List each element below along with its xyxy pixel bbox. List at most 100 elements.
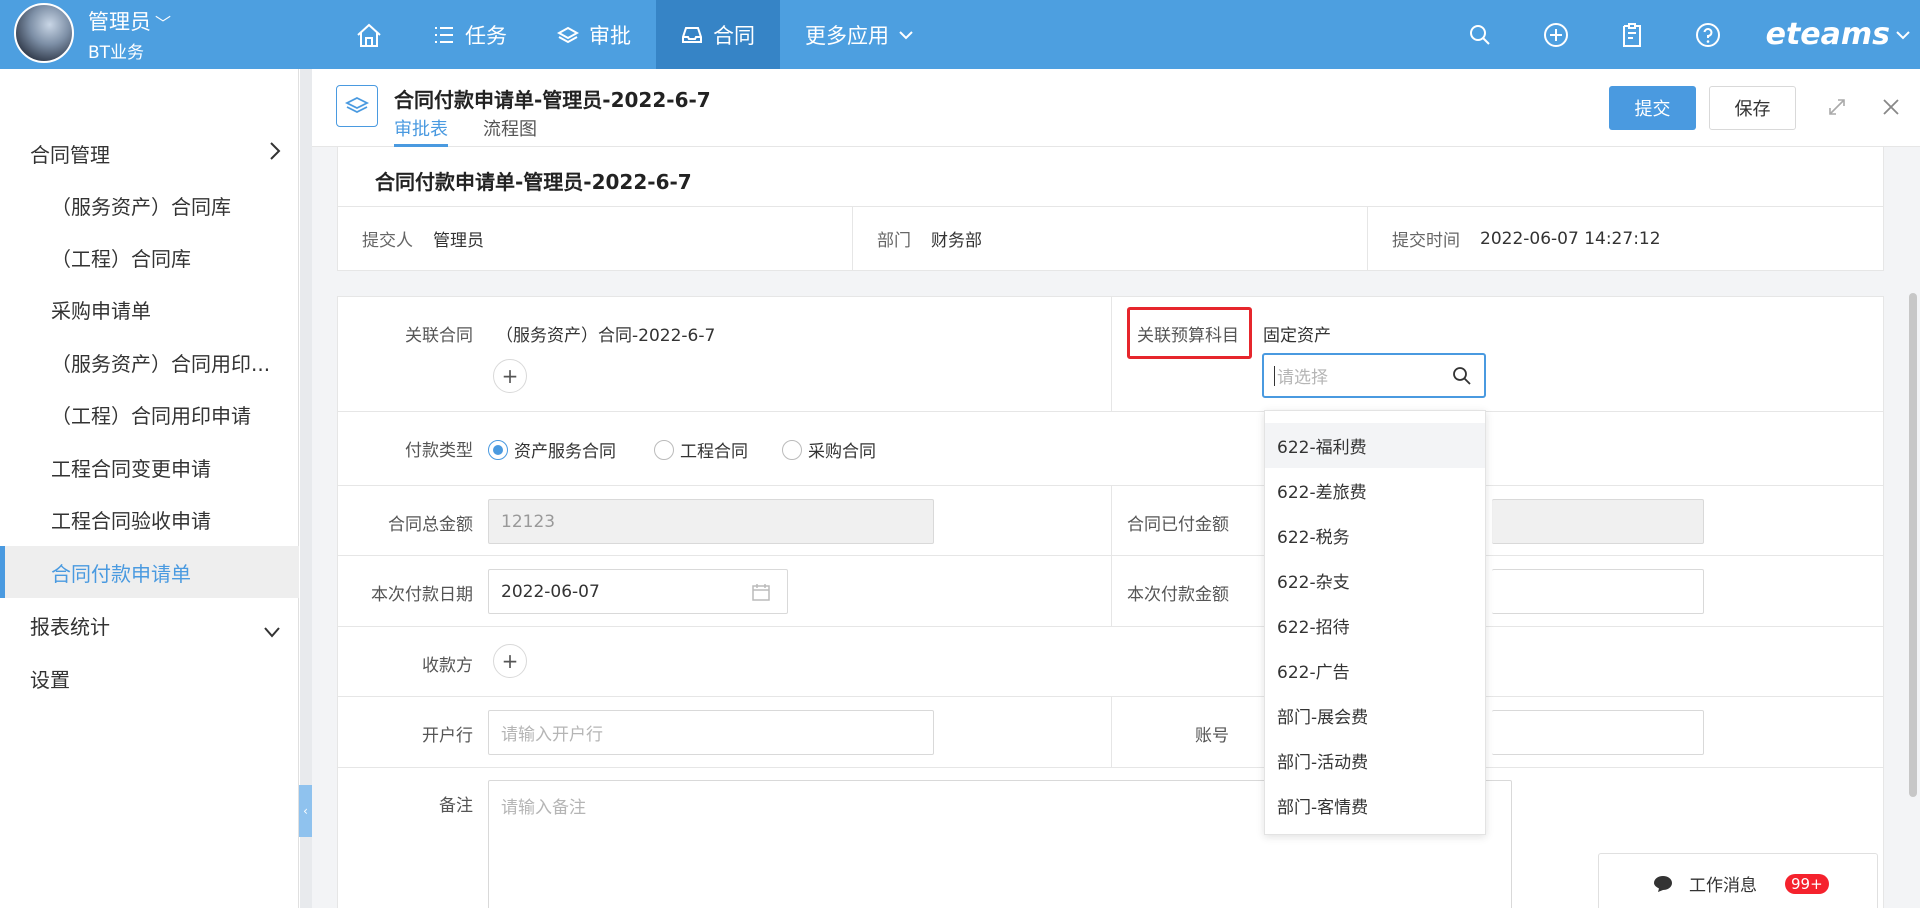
text-caret	[1274, 365, 1275, 386]
tab-flowchart[interactable]: 流程图	[483, 115, 537, 141]
page-title: 合同付款申请单-管理员-2022-6-7	[394, 88, 711, 112]
form-row-payment: 本次付款日期 2022-06-07 本次付款金额	[338, 556, 1883, 627]
sidebar-item-purchase-request[interactable]: 采购申请单	[0, 283, 299, 335]
nav-approval[interactable]: 审批	[532, 0, 656, 69]
chevron-down-icon: ﹀	[155, 14, 172, 33]
nav-tasks[interactable]: 任务	[408, 0, 532, 69]
search-icon[interactable]	[1442, 0, 1518, 69]
clipboard-icon[interactable]	[1594, 0, 1670, 69]
help-icon[interactable]	[1670, 0, 1746, 69]
account-input[interactable]	[1492, 710, 1704, 755]
radio-label: 采购合同	[808, 442, 876, 462]
dropdown-option[interactable]: 622-福利费	[1265, 423, 1485, 468]
scrollbar[interactable]	[1909, 293, 1917, 797]
sidebar-item-service-asset-seal-request[interactable]: （服务资产）合同用印...	[0, 336, 299, 388]
top-actions: eteams	[1442, 0, 1920, 69]
radio-purchase[interactable]: 采购合同	[782, 437, 876, 462]
dropdown-option[interactable]: 622-招待	[1265, 603, 1485, 648]
account-label: 账号	[1195, 726, 1229, 746]
pay-date-input[interactable]: 2022-06-07	[488, 569, 788, 614]
dropdown-option[interactable]: 部门-活动费	[1265, 738, 1485, 783]
paid-amount-label: 合同已付金额	[1127, 515, 1229, 535]
pay-amount-input[interactable]	[1492, 569, 1704, 614]
related-contract-value[interactable]: （服务资产）合同-2022-6-7	[496, 321, 715, 346]
form-meta: 提交人 管理员 部门 财务部 提交时间 2022-06-07 14:27:12	[337, 206, 1884, 271]
tab-approval-form[interactable]: 审批表	[394, 115, 448, 141]
chevron-left-icon: ‹	[303, 804, 308, 818]
sidebar-item-reports[interactable]: 报表统计	[0, 599, 299, 651]
bank-input[interactable]: 请输入开户行	[488, 710, 934, 755]
nav-home[interactable]	[330, 0, 408, 69]
work-messages-label: 工作消息	[1689, 875, 1757, 896]
sidebar-item-contract-management[interactable]: 合同管理	[0, 127, 299, 179]
sidebar-item-label: （服务资产）合同用印...	[51, 351, 271, 376]
panel-gutter	[300, 69, 312, 908]
remark-label: 备注	[439, 796, 473, 816]
dropdown-option[interactable]: 部门-展会费	[1265, 693, 1485, 738]
add-circle-icon[interactable]	[1518, 0, 1594, 69]
sidebar-item-engineering-acceptance-request[interactable]: 工程合同验收申请	[0, 493, 299, 545]
form-row-bank: 开户行 请输入开户行 账号	[338, 697, 1883, 768]
submit-time-label: 提交时间	[1392, 231, 1460, 251]
brand-logo: eteams	[1765, 17, 1890, 52]
sidebar-collapse-toggle[interactable]: ‹	[299, 785, 312, 837]
chevron-down-icon	[1896, 25, 1910, 44]
sidebar-item-label: （工程）合同用印申请	[51, 403, 251, 428]
dept-value: 财务部	[931, 231, 982, 251]
list-icon	[433, 25, 455, 45]
radio-icon	[782, 439, 802, 460]
paid-amount-input[interactable]	[1492, 499, 1704, 544]
nav-more-apps[interactable]: 更多应用	[780, 0, 938, 69]
form-body: 关联合同 （服务资产）合同-2022-6-7 + 关联预算科目 固定资产 请选择…	[337, 296, 1884, 908]
form-row-payee: 收款方 +	[338, 627, 1883, 697]
dept-field: 部门 财务部	[877, 207, 982, 270]
dropdown-option[interactable]: 部门-客情费	[1265, 783, 1485, 828]
nav-contract[interactable]: 合同	[656, 0, 780, 69]
sidebar-item-engineering-change-request[interactable]: 工程合同变更申请	[0, 441, 299, 493]
user-menu[interactable]: 管理员 ﹀	[88, 6, 171, 36]
budget-select[interactable]: 请选择	[1262, 353, 1486, 398]
pay-type-label: 付款类型	[405, 441, 473, 461]
nav-more-label: 更多应用	[805, 23, 889, 48]
sidebar-item-engineering-contract-library[interactable]: （工程）合同库	[0, 231, 299, 283]
inbox-icon	[681, 25, 703, 45]
main-nav: 任务 审批 合同 更多应用	[330, 0, 938, 69]
form-row-paytype: 付款类型 资产服务合同 工程合同 采购合同	[338, 412, 1883, 486]
sidebar-item-label: 采购申请单	[51, 298, 151, 323]
form-content: 合同付款申请单-管理员-2022-6-7 提交人 管理员 部门 财务部 提交时间…	[312, 147, 1920, 908]
save-button[interactable]: 保存	[1709, 86, 1796, 130]
layers-icon	[336, 85, 378, 127]
avatar[interactable]	[14, 3, 74, 63]
dropdown-option[interactable]: 622-广告	[1265, 648, 1485, 693]
sidebar-item-label: 报表统计	[30, 614, 110, 639]
form-title-card: 合同付款申请单-管理员-2022-6-7	[337, 147, 1884, 206]
sidebar-item-label: 合同管理	[30, 142, 110, 167]
submit-time-value: 2022-06-07 14:27:12	[1480, 228, 1661, 249]
total-amount-input[interactable]: 12123	[488, 499, 934, 544]
search-icon	[1452, 366, 1472, 391]
dropdown-option[interactable]: 622-杂支	[1265, 558, 1485, 603]
chevron-down-icon	[899, 30, 913, 40]
work-messages-button[interactable]: 工作消息 99+	[1598, 853, 1878, 908]
sidebar-item-label: （工程）合同库	[51, 246, 191, 271]
brand-menu[interactable]: eteams	[1746, 17, 1920, 52]
close-icon[interactable]	[1881, 97, 1901, 122]
form-row-amount: 合同总金额 12123 合同已付金额	[338, 486, 1883, 556]
dropdown-option[interactable]: 622-税务	[1265, 513, 1485, 558]
budget-dropdown: 622-福利费 622-差旅费 622-税务 622-杂支 622-招待 622…	[1264, 410, 1486, 835]
radio-asset-service[interactable]: 资产服务合同	[488, 437, 616, 462]
sidebar-item-service-asset-contract-library[interactable]: （服务资产）合同库	[0, 179, 299, 231]
budget-label: 关联预算科目	[1137, 326, 1239, 346]
radio-engineering[interactable]: 工程合同	[654, 437, 748, 462]
add-contract-button[interactable]: +	[493, 359, 527, 393]
dropdown-option[interactable]: 622-差旅费	[1265, 468, 1485, 513]
expand-icon[interactable]	[1827, 97, 1847, 122]
radio-label: 工程合同	[680, 442, 748, 462]
calendar-icon	[751, 582, 771, 607]
add-payee-button[interactable]: +	[493, 644, 527, 678]
sidebar-item-engineering-seal-request[interactable]: （工程）合同用印申请	[0, 388, 299, 440]
sidebar-item-settings[interactable]: 设置	[0, 652, 299, 704]
submit-button[interactable]: 提交	[1609, 86, 1696, 130]
sidebar-item-contract-payment-request[interactable]: 合同付款申请单	[0, 546, 299, 598]
sidebar-item-label: 工程合同验收申请	[51, 508, 211, 533]
